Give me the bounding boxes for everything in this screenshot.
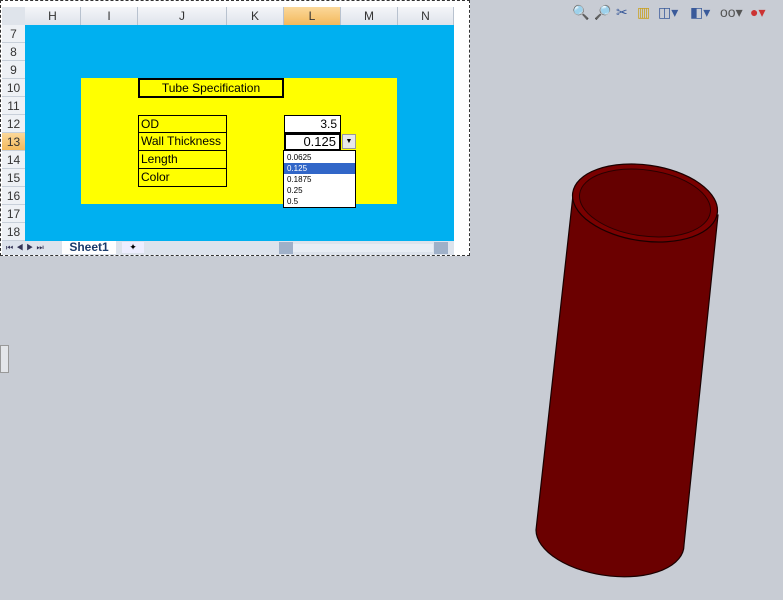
tube-3d-model[interactable] bbox=[0, 0, 783, 600]
tube-body bbox=[535, 194, 719, 578]
